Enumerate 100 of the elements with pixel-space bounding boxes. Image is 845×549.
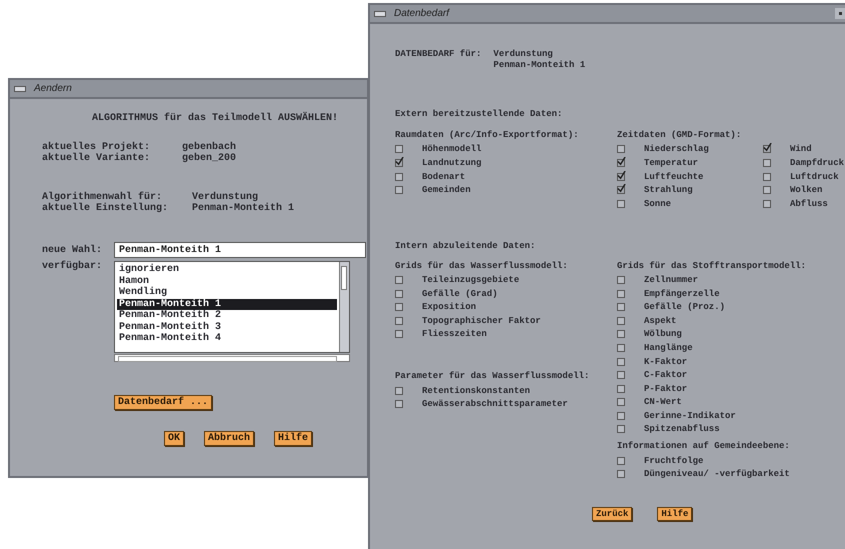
checkbox-label: Teileinzugsgebiete xyxy=(422,274,520,285)
requirement-label: DATENBEDARF für: xyxy=(395,49,482,61)
checkbox[interactable] xyxy=(395,400,403,408)
dialog-button[interactable]: Zurück xyxy=(592,507,632,522)
list-item[interactable]: Penman-Monteith 2 xyxy=(117,310,337,322)
checkbox[interactable] xyxy=(617,200,625,208)
checkbox-label: Fruchtfolge xyxy=(644,456,704,466)
checkbox[interactable] xyxy=(395,303,403,312)
dialog-button[interactable]: Hilfe xyxy=(274,431,312,446)
checkbox[interactable] xyxy=(763,186,771,194)
checkbox-label: K-Faktor xyxy=(644,356,688,367)
checkbox-label: P-Faktor xyxy=(644,384,688,394)
checkbox[interactable] xyxy=(617,145,625,154)
group-heading: Grids für das Stofftransportmodell: xyxy=(617,260,808,273)
checkbox-label: Abfluss xyxy=(790,198,828,209)
section-heading: Intern abzuleitende Daten: xyxy=(395,240,536,251)
checkbox[interactable] xyxy=(617,358,625,366)
checkbox-label: Düngeniveau/ -verfügbarkeit xyxy=(644,469,790,480)
checkbox-label: Topographischer Faktor xyxy=(422,316,541,326)
info-value: geben_200 xyxy=(182,153,238,164)
list-item[interactable]: Penman-Monteith 4 xyxy=(117,333,337,344)
checkbox[interactable] xyxy=(617,384,625,393)
checkbox-label: Höhenmodell xyxy=(422,144,482,154)
checkbox[interactable] xyxy=(617,371,625,380)
checkbox-label: Strahlung xyxy=(644,185,693,196)
checkbox[interactable] xyxy=(617,344,625,352)
checkbox[interactable] xyxy=(395,172,403,181)
checkbox[interactable] xyxy=(617,470,625,478)
checkbox-label: Sonne xyxy=(644,198,672,209)
checkbox[interactable] xyxy=(395,316,403,325)
checkbox-label: Hanglänge xyxy=(644,342,693,353)
checkbox[interactable] xyxy=(395,386,403,395)
checkbox[interactable] xyxy=(617,456,625,465)
horizontal-scrollbar[interactable] xyxy=(114,354,350,362)
choice-input-field[interactable]: Penman-Monteith 1 xyxy=(114,242,366,258)
group-heading: Zeitdaten (GMD-Format): xyxy=(617,129,742,142)
list-item[interactable]: ignorieren xyxy=(117,264,337,276)
checkbox[interactable] xyxy=(617,172,625,181)
checkbox-label: Spitzenabfluss xyxy=(644,424,720,434)
vertical-scrollbar[interactable] xyxy=(339,262,349,352)
checkbox-label: Wind xyxy=(790,144,812,154)
checkbox[interactable] xyxy=(617,186,625,194)
checkbox[interactable] xyxy=(763,145,771,154)
dialog-button[interactable]: OK xyxy=(164,431,184,446)
field-label: neue Wahl: xyxy=(42,244,104,256)
dialog-button[interactable]: Abbruch xyxy=(204,431,254,446)
checkbox[interactable] xyxy=(395,158,403,167)
checkbox[interactable] xyxy=(763,200,771,208)
checkbox[interactable] xyxy=(395,290,403,298)
checkbox[interactable] xyxy=(763,158,771,167)
info-label: Algorithmenwahl für: xyxy=(42,192,162,203)
list-item[interactable]: Wendling xyxy=(117,287,337,298)
checkbox-label: Wölbung xyxy=(644,329,682,340)
checkbox[interactable] xyxy=(395,330,403,338)
checkbox[interactable] xyxy=(617,425,625,434)
checkbox-label: Dampfdruck xyxy=(790,158,844,168)
checkbox-label: Gefälle (Grad) xyxy=(422,288,498,299)
requirement-value: Verdunstung xyxy=(493,49,554,60)
checkbox-label: Luftfeuchte xyxy=(644,172,704,182)
data-requirement-button[interactable]: Datenbedarf ... xyxy=(114,395,212,410)
list-item[interactable]: Penman-Monteith 3 xyxy=(117,322,337,333)
checkbox[interactable] xyxy=(617,330,625,338)
group-heading: Raumdaten (Arc/Info-Exportformat): xyxy=(395,129,580,142)
window-title: Datenbedarf xyxy=(394,8,450,19)
checkbox[interactable] xyxy=(395,186,403,194)
checkbox-label: Niederschlag xyxy=(644,144,709,154)
dialog-button[interactable]: Hilfe xyxy=(657,507,692,522)
checkbox-label: Gewässerabschnittsparameter xyxy=(422,399,568,410)
checkbox[interactable] xyxy=(617,290,625,298)
checkbox-label: Aspekt xyxy=(644,316,676,326)
info-value: Verdunstung xyxy=(192,192,258,203)
checkbox[interactable] xyxy=(617,303,625,312)
checkbox[interactable] xyxy=(617,316,625,325)
list-item[interactable]: Hamon xyxy=(117,276,337,287)
checkbox-label: C-Faktor xyxy=(644,370,688,380)
algorithm-list[interactable]: ignorieren Hamon Wendling Penman-Monteith 1 Penman-Monteith 2 Penman-Monteith 3 Penman-Monteith 4 xyxy=(114,261,350,353)
info-label: aktuelle Variante: xyxy=(42,153,152,164)
group-heading: Parameter für das Wasserflussmodell: xyxy=(395,370,590,384)
checkbox-label: Bodenart xyxy=(422,172,466,182)
info-value: gebenbach xyxy=(182,142,238,153)
checkbox[interactable] xyxy=(617,276,625,284)
checkbox[interactable] xyxy=(617,412,625,420)
info-label: aktuelles Projekt: xyxy=(42,142,152,153)
window-menu-icon[interactable] xyxy=(374,10,386,16)
checkbox-label: Retentionskonstanten xyxy=(422,386,530,396)
window-menu-icon[interactable] xyxy=(14,86,26,92)
checkbox-label: CN-Wert xyxy=(644,397,682,408)
checkbox-label: Exposition xyxy=(422,302,476,312)
list-item[interactable]: Penman-Monteith 1 xyxy=(117,298,337,310)
checkbox[interactable] xyxy=(617,398,625,406)
checkbox[interactable] xyxy=(763,172,771,181)
requirement-value: Penman-Monteith 1 xyxy=(493,60,586,71)
checkbox-label: Zellnummer xyxy=(644,274,698,285)
checkbox[interactable] xyxy=(617,158,625,167)
group-heading: Grids für das Wasserflussmodell: xyxy=(395,260,569,273)
field-label: verfügbar: xyxy=(42,261,104,272)
checkbox[interactable] xyxy=(395,276,403,284)
checkbox[interactable] xyxy=(395,145,403,154)
checkbox-label: Empfängerzelle xyxy=(644,288,720,299)
checkbox-label: Wolken xyxy=(790,185,822,196)
